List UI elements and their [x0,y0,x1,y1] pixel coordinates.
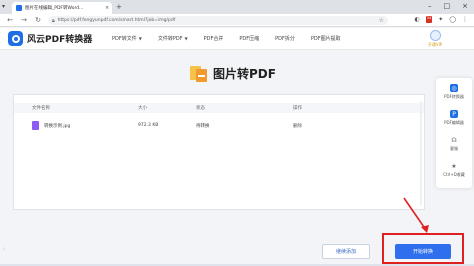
back-icon[interactable]: ← [6,16,14,24]
panel-scrollbar[interactable] [420,101,422,205]
side-tool-pdf-editor[interactable]: P PDF编辑器 [436,110,472,126]
side-tool-bookmark[interactable]: ★ Ctrl+D收藏 [436,162,472,178]
side-tool-customer-service[interactable]: ☊ 客服 [436,136,472,152]
bookmark-star-icon[interactable]: ☆ [379,17,384,24]
maximize-button[interactable]: □ [444,2,451,10]
side-tool-label: Ctrl+D收藏 [443,172,465,177]
user-area[interactable]: 开通VIP [424,30,446,48]
nav-pdf-compress[interactable]: PDF压缩 [239,35,259,42]
side-tool-label: 客服 [450,146,458,151]
vip-label[interactable]: 开通VIP [424,42,446,48]
table-header: 文件名称 大小 状态 操作 [14,103,424,113]
site-favicon-icon [16,5,22,11]
logo-icon [8,31,23,46]
col-filename: 文件名称 [32,106,50,111]
extensions-area: ◐ 34 ✦ ◯ ⋮ [415,16,468,23]
file-status: 待转换 [196,124,210,129]
nav-file-to-pdf[interactable]: 文件转PDF ▼ [158,35,188,42]
col-action: 操作 [293,106,302,111]
side-toolbar: ◎ PDF转换器 P PDF编辑器 ☊ 客服 ★ Ctrl+D收藏 [436,78,472,188]
file-size: 972.3 KB [138,123,159,128]
chevron-down-icon: ▼ [138,36,142,41]
image-file-icon [190,64,208,82]
avatar[interactable] [429,30,441,41]
continue-adding-button[interactable]: 继续添加 [322,244,370,259]
browser-menu-icon[interactable]: ⋮ [462,16,468,23]
lock-icon[interactable]: 🔒︎ [52,18,55,24]
nav-pdf-split[interactable]: PDF拆分 [275,35,295,42]
logo-icon: ◎ [450,84,458,92]
page-scroll-indicator: ⌞ [3,244,6,251]
nav-pdf-image-extract[interactable]: PDF图片提取 [311,35,341,42]
site-logo[interactable]: 风云PDF转换器 [8,31,92,46]
extensions-puzzle-icon[interactable]: ✦ [438,16,443,23]
side-tool-label: PDF转换器 [444,94,464,99]
nav-label: 文件转PDF [157,36,183,42]
extension-badge[interactable]: 34 [425,16,433,23]
browser-toolbar: ← → ↻ 🔒︎ https://pdf.fengyunpdf.com/smar… [0,14,474,27]
page-title-area: 图片转PDF [190,64,276,82]
side-tool-label: PDF编辑器 [444,120,464,125]
window-controls: – □ × [428,2,468,10]
start-convert-button[interactable]: 开始转换 [395,244,451,259]
close-window-button[interactable]: × [462,2,468,10]
nav-pdf-merge[interactable]: PDF合并 [204,35,224,42]
address-bar[interactable]: 🔒︎ https://pdf.fengyunpdf.com/smart.html… [48,16,388,25]
table-row: 转换示例.jpg 972.3 KB 待转换 删除 [14,121,424,131]
p-icon: P [450,110,458,118]
chevron-down-icon: ▼ [184,36,188,41]
reload-icon[interactable]: ↻ [34,16,42,24]
file-name: 转换示例.jpg [44,124,71,129]
profile-icon[interactable]: ◯ [449,16,456,23]
annotation-arrow [403,197,429,233]
headset-icon: ☊ [451,136,457,144]
site-header: 风云PDF转换器 PDF转文件 ▼ 文件转PDF ▼ PDF合并 PDF压缩 PDF… [0,28,474,50]
minimize-button[interactable]: – [428,2,432,10]
url-text: https://pdf.fengyunpdf.com/smart.html?jo… [57,18,176,23]
star-icon: ★ [451,162,457,170]
tab-search-icon[interactable]: ▾ [2,3,5,10]
col-status: 状态 [196,106,205,111]
delete-button[interactable]: 删除 [293,123,302,129]
side-tool-pdf-converter[interactable]: ◎ PDF转换器 [436,84,472,100]
nav-label: PDF转文件 [112,36,137,42]
new-tab-button[interactable]: + [116,3,122,11]
page-title: 图片转PDF [213,66,276,81]
logo-text: 风云PDF转换器 [27,35,93,45]
nav-pdf-to-file[interactable]: PDF转文件 ▼ [112,35,142,42]
tab-title: 图片在线编辑_PDF转Word... [25,6,84,11]
col-size: 大小 [138,106,147,111]
browser-tab[interactable]: 图片在线编辑_PDF转Word... × [12,2,112,14]
forward-icon[interactable]: → [20,16,28,24]
file-list-panel: 文件名称 大小 状态 操作 转换示例.jpg 972.3 KB 待转换 删除 [13,94,425,210]
extension-icon[interactable]: ◐ [415,16,420,23]
tab-close-icon[interactable]: × [105,5,109,11]
main-nav: PDF转文件 ▼ 文件转PDF ▼ PDF合并 PDF压缩 PDF拆分 PDF图片提… [112,35,341,42]
browser-tab-bar: ▾ 图片在线编辑_PDF转Word... × + – □ × [0,0,474,14]
image-file-icon [32,121,39,130]
